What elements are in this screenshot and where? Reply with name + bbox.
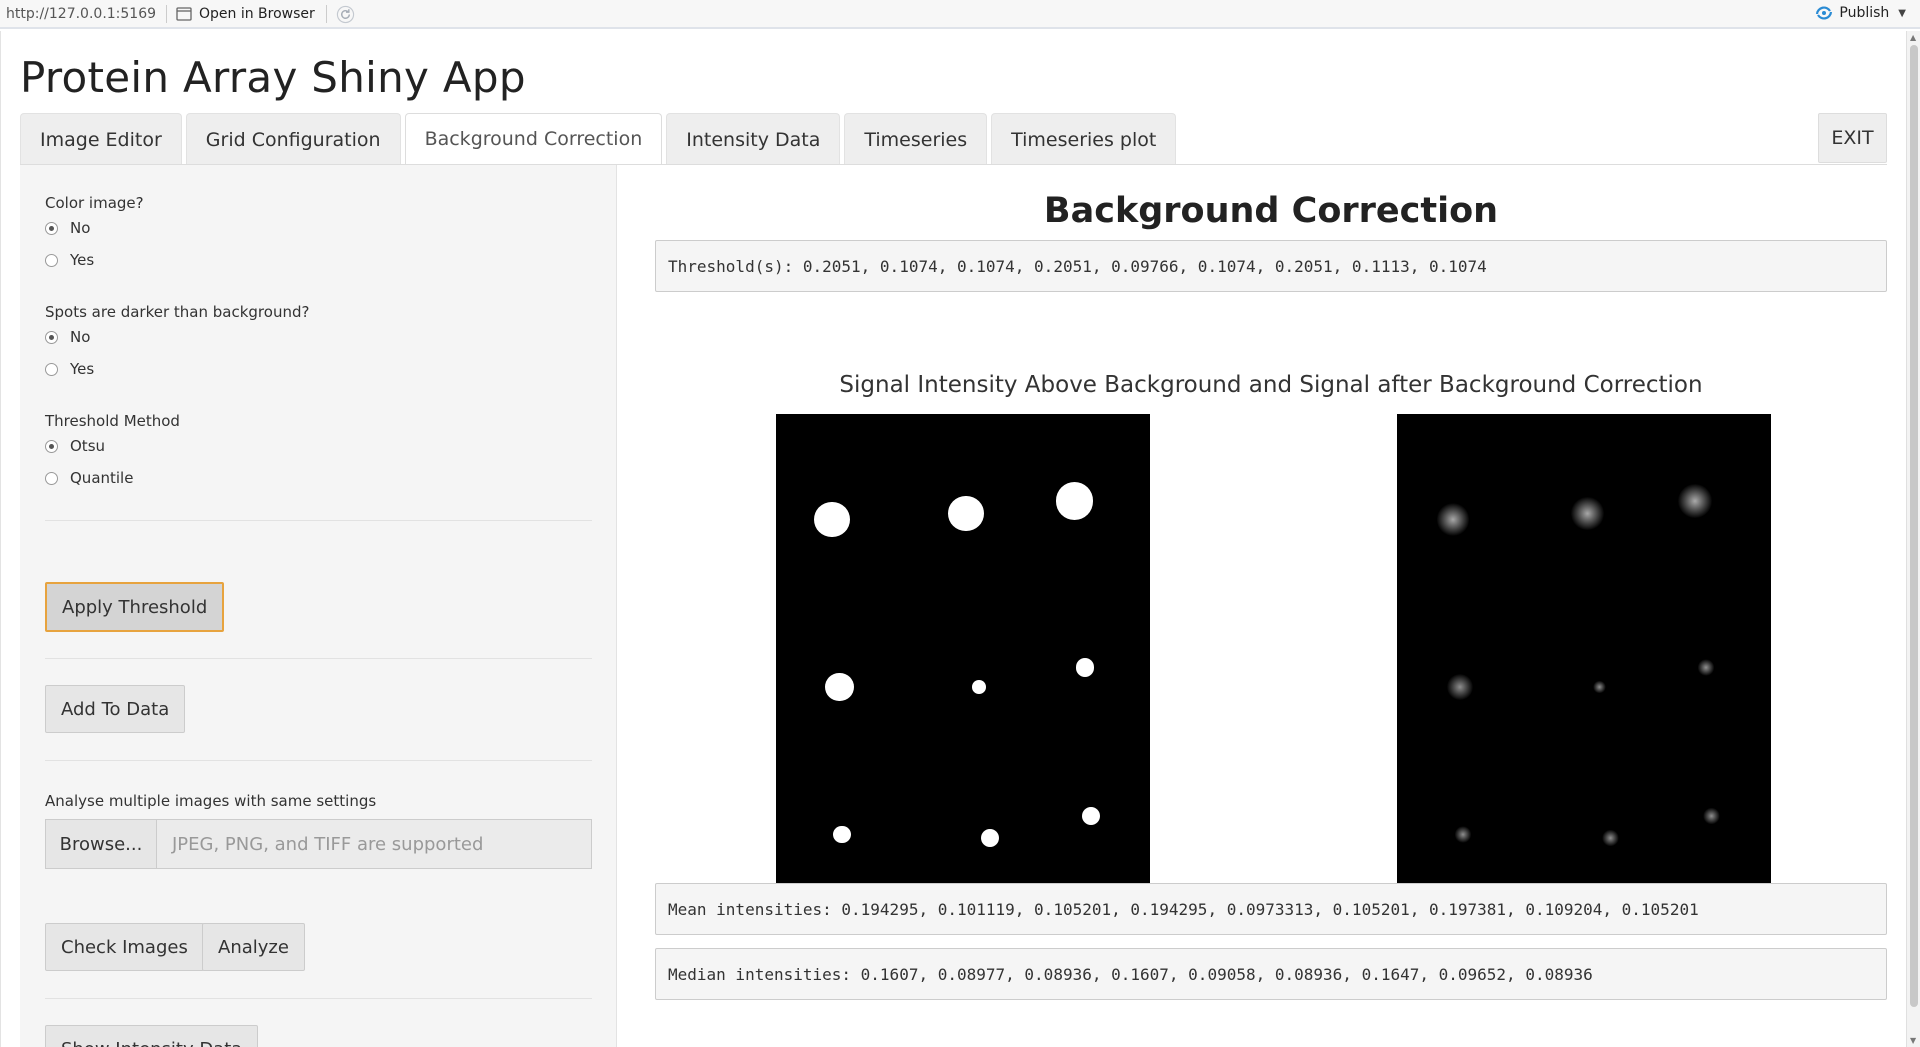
tab-background-correction[interactable]: Background Correction bbox=[404, 113, 663, 165]
toolbar-divider bbox=[166, 5, 167, 23]
main-title: Background Correction bbox=[1043, 191, 1499, 231]
radio-label: Yes bbox=[70, 360, 95, 378]
divider bbox=[45, 760, 592, 761]
radio-label: Yes bbox=[70, 251, 95, 269]
color-image-radio-no[interactable]: No bbox=[45, 219, 90, 237]
spot-binary-2 bbox=[948, 495, 985, 532]
spot-corrected-3 bbox=[1678, 484, 1713, 518]
threshold-radio-otsu[interactable]: Otsu bbox=[45, 437, 105, 455]
spot-corrected-2 bbox=[1571, 497, 1604, 530]
tab-intensity-data[interactable]: Intensity Data bbox=[666, 113, 841, 165]
publish-button[interactable]: Publish ▼ bbox=[1814, 5, 1906, 21]
apply-threshold-button[interactable]: Apply Threshold bbox=[45, 582, 225, 632]
spot-corrected-7 bbox=[1454, 826, 1471, 843]
spots-darker-radio-yes[interactable]: Yes bbox=[45, 360, 94, 378]
threshold-radio-quantile[interactable]: Quantile bbox=[45, 469, 133, 487]
radio-unselected-icon[interactable] bbox=[45, 471, 58, 485]
spot-corrected-8 bbox=[1602, 829, 1619, 847]
spot-binary-7 bbox=[832, 825, 851, 844]
divider bbox=[45, 998, 592, 999]
analyze-button[interactable]: Analyze bbox=[202, 923, 305, 971]
spots-darker-radio-no[interactable]: No bbox=[45, 328, 90, 346]
spot-corrected-1 bbox=[1436, 503, 1469, 536]
check-images-button[interactable]: Check Images bbox=[45, 923, 204, 971]
spot-binary-1 bbox=[813, 501, 850, 538]
divider bbox=[45, 520, 592, 521]
app-page: Protein Array Shiny App Image Editor Gri… bbox=[0, 31, 1906, 1047]
radio-selected-icon[interactable] bbox=[45, 330, 58, 344]
spot-binary-3 bbox=[1055, 482, 1094, 520]
plot-title: Signal Intensity Above Background and Si… bbox=[839, 372, 1703, 398]
radio-label: Quantile bbox=[70, 469, 134, 487]
app-title: Protein Array Shiny App bbox=[20, 53, 526, 102]
scroll-up-icon[interactable]: ▲ bbox=[1910, 33, 1916, 42]
radio-unselected-icon[interactable] bbox=[45, 253, 58, 267]
open-in-browser-button[interactable]: Open in Browser bbox=[176, 4, 315, 24]
spot-binary-4 bbox=[824, 672, 854, 702]
publish-icon bbox=[1816, 6, 1833, 20]
window-icon bbox=[176, 7, 192, 21]
tab-timeseries[interactable]: Timeseries bbox=[844, 113, 988, 165]
exit-button[interactable]: EXIT bbox=[1818, 113, 1887, 163]
spot-corrected-6 bbox=[1697, 659, 1715, 676]
browse-button[interactable]: Browse... bbox=[45, 819, 157, 869]
threshold-method-label: Threshold Method bbox=[45, 412, 180, 430]
radio-selected-icon[interactable] bbox=[45, 221, 58, 235]
spot-binary-6 bbox=[1075, 658, 1095, 677]
refresh-icon[interactable] bbox=[336, 5, 355, 24]
sidebar-panel: Color image? No Yes Spots are darker tha… bbox=[20, 165, 617, 1047]
radio-label: Otsu bbox=[70, 437, 106, 455]
color-image-radio-yes[interactable]: Yes bbox=[45, 251, 94, 269]
add-to-data-button[interactable]: Add To Data bbox=[45, 685, 186, 733]
tab-image-editor[interactable]: Image Editor bbox=[20, 113, 182, 165]
show-intensity-data-button[interactable]: Show Intensity Data bbox=[45, 1025, 259, 1047]
radio-label: No bbox=[70, 219, 91, 237]
scroll-down-icon[interactable]: ▼ bbox=[1910, 1036, 1916, 1045]
publish-label: Publish bbox=[1839, 5, 1890, 21]
spot-corrected-5 bbox=[1593, 680, 1606, 694]
radio-label: No bbox=[70, 328, 91, 346]
thresholded-image bbox=[776, 414, 1150, 914]
corrected-image bbox=[1397, 414, 1771, 914]
spot-binary-5 bbox=[971, 680, 986, 694]
mean-intensities-output: Mean intensities: 0.194295, 0.101119, 0.… bbox=[655, 883, 1887, 935]
spot-corrected-9 bbox=[1703, 807, 1721, 825]
spot-corrected-4 bbox=[1447, 674, 1474, 700]
radio-selected-icon[interactable] bbox=[45, 439, 58, 453]
divider bbox=[45, 658, 592, 659]
radio-unselected-icon[interactable] bbox=[45, 362, 58, 376]
median-intensities-output: Median intensities: 0.1607, 0.08977, 0.0… bbox=[655, 948, 1887, 1000]
spots-darker-label: Spots are darker than background? bbox=[45, 303, 310, 321]
vertical-scrollbar[interactable]: ▲ ▼ bbox=[1906, 31, 1920, 1047]
open-in-browser-label: Open in Browser bbox=[199, 6, 315, 22]
spot-binary-8 bbox=[980, 829, 999, 847]
chevron-down-icon[interactable]: ▼ bbox=[1898, 8, 1906, 19]
file-upload: Browse... JPEG, PNG, and TIFF are suppor… bbox=[45, 819, 592, 869]
tab-timeseries-plot[interactable]: Timeseries plot bbox=[991, 113, 1177, 165]
scrollbar-thumb[interactable] bbox=[1910, 45, 1918, 1007]
analyse-multiple-label: Analyse multiple images with same settin… bbox=[45, 792, 377, 810]
spot-binary-9 bbox=[1081, 806, 1101, 826]
tab-grid-configuration[interactable]: Grid Configuration bbox=[185, 113, 401, 165]
url-text[interactable]: http://127.0.0.1:5169 bbox=[6, 6, 156, 22]
browser-toolbar: http://127.0.0.1:5169 Open in Browser Pu… bbox=[0, 0, 1920, 29]
threshold-output: Threshold(s): 0.2051, 0.1074, 0.1074, 0.… bbox=[655, 240, 1887, 292]
toolbar-divider bbox=[326, 5, 327, 23]
file-name-field[interactable]: JPEG, PNG, and TIFF are supported bbox=[157, 819, 592, 869]
color-image-label: Color image? bbox=[45, 194, 144, 212]
